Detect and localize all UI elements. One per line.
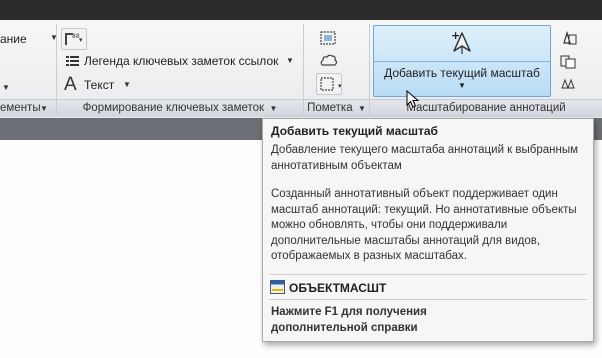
markup-button-1[interactable]: [316, 27, 342, 49]
cursor-pointer-icon: [406, 90, 420, 108]
add-scale-icon: +: [451, 29, 471, 54]
dimension-dropdown-button[interactable]: 88 ▾: [61, 28, 87, 50]
text-a-icon[interactable]: A: [64, 74, 77, 96]
svg-text:▾: ▾: [79, 36, 83, 44]
dropdown-arrow-icon[interactable]: ▼: [267, 104, 278, 113]
panel-bar-markup: Пометка ▼: [304, 99, 369, 117]
title-bar: [0, 0, 602, 20]
panel-label-left: ементы: [0, 102, 41, 114]
markup-rect-icon: ▾: [320, 77, 342, 91]
text-label[interactable]: Текст: [84, 78, 114, 92]
tooltip-divider: [269, 274, 587, 275]
tooltip-details: Созданный аннотативный объект поддержива…: [271, 188, 577, 262]
svg-text:▾: ▾: [338, 82, 342, 90]
add-scale-label: Добавить текущий масштаб: [384, 66, 540, 80]
dropdown-arrow-icon[interactable]: ▼: [123, 80, 131, 89]
tooltip: Добавить текущий масштаб Добавление теку…: [262, 118, 594, 342]
ribbon-item-cut-1[interactable]: ание: [0, 32, 27, 46]
markup-cloud-icon: [320, 54, 338, 66]
panel-label-keynotes: Формирование ключевых заметок: [82, 102, 265, 114]
annotation-tool-2[interactable]: [555, 50, 581, 72]
dropdown-arrow-icon: ▼: [458, 81, 466, 90]
markup-button-2[interactable]: [316, 50, 342, 72]
tooltip-description: Добавление текущего масштаба аннотаций к…: [271, 144, 579, 172]
panel-bar-annotation: Масштабирование аннотаций: [370, 99, 602, 117]
add-current-scale-button[interactable]: + Добавить текущий масштаб ▼: [373, 25, 551, 97]
dimension-icon: 88 ▾: [65, 33, 83, 45]
button-divider: [374, 61, 550, 62]
command-icon: [270, 280, 285, 294]
panel-label-markup: Пометка: [307, 102, 353, 114]
tooltip-command: ОБЪЕКТМАСШТ: [289, 281, 387, 295]
dropdown-arrow-icon[interactable]: ▼: [2, 83, 10, 92]
tooltip-help: Нажмите F1 для получения дополнительной …: [271, 306, 427, 334]
panel-bar-keynotes: Формирование ключевых заметок ▼: [57, 99, 303, 117]
legend-label[interactable]: Легенда ключевых заметок ссылок: [84, 54, 278, 68]
annotation-sync-icon: [561, 78, 575, 89]
panel-label-annotation: Масштабирование аннотаций: [406, 102, 566, 114]
dropdown-arrow-icon[interactable]: ▼: [40, 100, 48, 117]
annotation-tool-1[interactable]: [555, 27, 581, 49]
panel-bar-left: ементы ▼: [0, 99, 56, 117]
legend-list-icon: [66, 56, 79, 66]
dropdown-arrow-icon[interactable]: ▼: [356, 104, 366, 113]
svg-text:+: +: [451, 29, 460, 42]
dropdown-arrow-icon[interactable]: ▼: [286, 56, 294, 65]
tooltip-title: Добавить текущий масштаб: [271, 124, 438, 138]
markup-button-3[interactable]: ▾: [316, 73, 342, 95]
markup-icon: [320, 31, 336, 45]
annotation-list-icon: [560, 55, 576, 69]
tooltip-divider: [269, 299, 587, 300]
annotation-add-icon: [563, 30, 577, 45]
annotation-tool-3[interactable]: [555, 73, 581, 95]
